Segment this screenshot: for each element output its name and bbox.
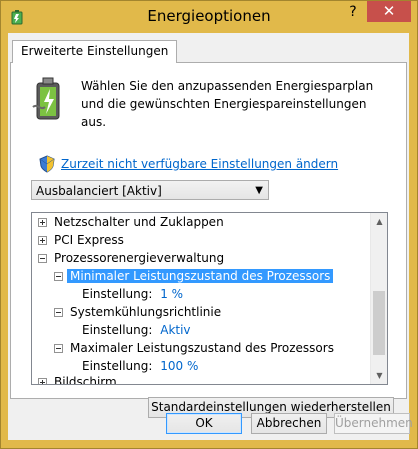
tree-item-label: Systemkühlungsrichtlinie xyxy=(70,305,222,319)
tab-panel: Wählen Sie den anzupassenden Energiespar… xyxy=(10,62,407,418)
dialog-window: Energieoptionen ? ✕ Erweiterte Einstellu… xyxy=(0,0,418,449)
setting-value-link[interactable]: 100 % xyxy=(160,359,198,373)
chevron-down-icon: ▼ xyxy=(255,185,263,196)
collapse-icon[interactable] xyxy=(54,308,63,317)
scroll-up-arrow-icon[interactable]: ▲ xyxy=(371,213,387,230)
tree-item-label: Netzschalter und Zuklappen xyxy=(54,215,224,229)
tree-setting-cooling[interactable]: Einstellung: Aktiv xyxy=(82,321,191,339)
tree-item-label: Bildschirm xyxy=(54,375,117,385)
tree-item-display[interactable]: Bildschirm xyxy=(38,373,117,385)
tree-item-label-selected: Minimaler Leistungszustand des Prozessor… xyxy=(67,269,334,283)
uac-shield-icon xyxy=(39,155,55,173)
tree-item-max-processor-state[interactable]: Maximaler Leistungszustand des Prozessor… xyxy=(54,339,334,357)
dialog-client: Erweiterte Einstellungen Wählen Sie den … xyxy=(8,33,413,440)
cancel-button[interactable]: Abbrechen xyxy=(251,413,327,434)
expand-icon[interactable] xyxy=(38,218,47,227)
collapse-icon[interactable] xyxy=(38,254,47,263)
collapse-icon[interactable] xyxy=(54,272,63,281)
battery-power-icon xyxy=(32,77,60,120)
title-bar[interactable]: Energieoptionen ? ✕ xyxy=(1,1,417,33)
setting-label: Einstellung: xyxy=(82,287,153,301)
tree-item-processor-power[interactable]: Prozessorenergieverwaltung xyxy=(38,249,224,267)
apply-button: Übernehmen xyxy=(334,413,413,434)
tree-item-label: Prozessorenergieverwaltung xyxy=(54,251,225,265)
expand-icon[interactable] xyxy=(38,378,47,384)
setting-value-link[interactable]: 1 % xyxy=(160,287,183,301)
help-button[interactable]: ? xyxy=(339,1,367,23)
tree-item-min-processor-state[interactable]: Minimaler Leistungszustand des Prozessor… xyxy=(54,267,334,285)
power-plan-value: Ausbalanciert [Aktiv] xyxy=(36,184,162,198)
change-unavailable-settings-link[interactable]: Zurzeit nicht verfügbare Einstellungen ä… xyxy=(61,157,338,171)
tree-setting-min-state[interactable]: Einstellung: 1 % xyxy=(82,285,183,303)
tab-advanced-settings[interactable]: Erweiterte Einstellungen xyxy=(12,40,178,63)
setting-label: Einstellung: xyxy=(82,323,153,337)
scroll-down-arrow-icon[interactable]: ▼ xyxy=(371,367,387,384)
power-plan-dropdown[interactable]: Ausbalanciert [Aktiv] ▼ xyxy=(31,180,269,200)
tree-item-power-buttons-lid[interactable]: Netzschalter und Zuklappen xyxy=(38,213,224,231)
ok-button[interactable]: OK xyxy=(166,413,242,434)
expand-icon[interactable] xyxy=(38,236,47,245)
collapse-icon[interactable] xyxy=(54,344,63,353)
intro-text: Wählen Sie den anzupassenden Energiespar… xyxy=(81,79,374,129)
setting-label: Einstellung: xyxy=(82,359,153,373)
tree-scrollbar[interactable]: ▲ ▼ xyxy=(370,213,387,384)
tree-item-pci-express[interactable]: PCI Express xyxy=(38,231,124,249)
setting-value-link[interactable]: Aktiv xyxy=(160,323,190,337)
settings-tree[interactable]: Netzschalter und Zuklappen PCI Express P… xyxy=(31,212,388,385)
scroll-thumb[interactable] xyxy=(373,291,385,355)
tree-item-cooling-policy[interactable]: Systemkühlungsrichtlinie xyxy=(54,303,221,321)
tree-item-label: PCI Express xyxy=(54,233,124,247)
tree-item-label: Maximaler Leistungszustand des Prozessor… xyxy=(70,341,334,355)
close-button[interactable]: ✕ xyxy=(367,1,411,22)
